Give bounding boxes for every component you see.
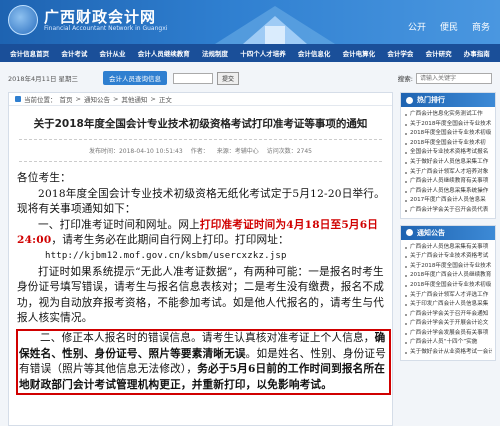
breadcrumb-notices[interactable]: 通知公告 — [84, 94, 110, 104]
nav-item-computerization[interactable]: 会计电算化 — [343, 48, 376, 58]
fire-icon — [406, 96, 413, 104]
meta-source: 来源：考辅中心 — [216, 148, 259, 155]
breadcrumb-separator: > — [150, 95, 156, 103]
nav-item-practice[interactable]: 会计从业 — [100, 48, 126, 58]
list-item[interactable]: 2018年度广西会计人员继续教育 — [404, 271, 492, 281]
section-one-paragraph: 一、打印准考证时间和网址。网上打印准考证时间为4月18日至5月6日24:00，请… — [17, 218, 387, 249]
main-nav: 会计信息首页 会计考试 会计从业 会计人员继续教育 法规制度 十四个人才培养 会… — [0, 44, 500, 62]
list-item[interactable]: 关于广西会计领军人才评选工作 — [404, 291, 492, 301]
nav-item-regulations[interactable]: 法规制度 — [202, 48, 228, 58]
meta-author: 作者： — [190, 148, 209, 155]
header-links: 公开 便民 商务 — [408, 20, 490, 33]
list-item[interactable]: 关于广西会计领军人才培养对象 — [404, 168, 492, 178]
list-item[interactable]: 关于印发广西会计人员信息采集 — [404, 300, 492, 310]
list-item[interactable]: 关于2018年度全国会计专业技术 — [404, 262, 492, 272]
list-item[interactable]: 2018年度全国会计专业技术初 — [404, 139, 492, 149]
search-input[interactable] — [416, 72, 492, 84]
list-item[interactable]: 广西会计学会关于开展会计论文 — [404, 319, 492, 329]
hot-ranking-panel: 热门排行 广西会计信息化实务测试工作 关于2018年度全国会计专业技术 2018… — [400, 92, 496, 219]
article-meta: 发布时间：2018-04-10 10:51:43 作者： 来源：考辅中心 访问次… — [19, 139, 382, 162]
current-date: 2018年4月11日 星期三 — [8, 75, 79, 83]
notice-panel: 通知公告 广西会计人员信息采集有关事项 关于广西会计专业技术资格考试 关于201… — [400, 224, 496, 361]
site-title[interactable]: 广西财政会计网 — [44, 6, 156, 27]
error-explanation-paragraph: 打证时如果系统提示“无此人准考证数据”，有两种可能：一是报名时考生身份证号填写错… — [17, 265, 384, 325]
list-item[interactable]: 2018年度全国会计专业技术初级 — [404, 129, 492, 139]
notice-list: 广西会计人员信息采集有关事项 关于广西会计专业技术资格考试 关于2018年度全国… — [401, 240, 495, 360]
list-item[interactable]: 广西会计信息化实务测试工作 — [404, 110, 492, 120]
list-item[interactable]: 广西会计人员信息采集有关事项 — [404, 243, 492, 253]
site-logo-icon[interactable] — [8, 5, 38, 35]
list-item[interactable]: 广西会计学会关于召开会员代表 — [404, 206, 492, 216]
search-label: 搜索: — [397, 75, 413, 83]
nav-item-education[interactable]: 会计人员继续教育 — [138, 48, 190, 58]
meta-views: 访问次数：2745 — [266, 148, 313, 155]
breadcrumb-other[interactable]: 其他通知 — [121, 94, 147, 104]
list-item[interactable]: 关于广西会计专业技术资格考试 — [404, 252, 492, 262]
breadcrumb-home[interactable]: 首页 — [60, 94, 73, 104]
nav-item-exam[interactable]: 会计考试 — [61, 48, 87, 58]
list-item[interactable]: 广西会计学会关于召开年会通知 — [404, 310, 492, 320]
list-item[interactable]: 关于2018年度全国会计专业技术 — [404, 120, 492, 130]
hot-ranking-header: 热门排行 — [401, 93, 495, 107]
print-url-link[interactable]: http://kjbm12.mof.gov.cn/ksbm/usercxzkz.… — [17, 249, 387, 265]
site-header: 广西财政会计网 Financial Accountant Network in … — [0, 0, 500, 44]
hot-ranking-title: 热门排行 — [417, 96, 445, 104]
submit-button[interactable]: 提交 — [217, 71, 240, 85]
section-two-paragraph: 二、修正本人报名时的错误信息。请考生认真核对准考证上个人信息，确保姓名、性别、身… — [19, 331, 386, 393]
header-link-service[interactable]: 便民 — [440, 20, 458, 33]
hot-ranking-list: 广西会计信息化实务测试工作 关于2018年度全国会计专业技术 2018年度全国会… — [401, 107, 495, 218]
meta-publish-time: 发布时间：2018-04-10 10:51:43 — [88, 148, 183, 155]
article-panel: 当前位置： 首页 > 通知公告 > 其他通知 > 正文 关于2018年度全国会计… — [8, 92, 393, 426]
header-link-public[interactable]: 公开 — [408, 20, 426, 33]
section-one-rest: ，请考生务必在此期间自行网上打印。打印网址： — [51, 234, 289, 247]
breadcrumb-prefix: 当前位置： — [24, 96, 57, 104]
list-item[interactable]: 2018年度全国会计专业技术初级 — [404, 281, 492, 291]
accountant-query-tag[interactable]: 会计人员查询信息 — [103, 71, 167, 85]
list-item[interactable]: 2017年度广西会计人员信息采 — [404, 196, 492, 206]
home-icon — [15, 96, 21, 102]
article-body: 各位考生： 2018年度全国会计专业技术初级资格无纸化考试定于5月12-20日举… — [16, 171, 391, 396]
header-link-business[interactable]: 商务 — [472, 20, 490, 33]
article-title: 关于2018年度全国会计专业技术初级资格考试打印准考证等事项的通知 — [33, 118, 368, 130]
breadcrumb: 当前位置： 首页 > 通知公告 > 其他通知 > 正文 — [9, 93, 392, 106]
breadcrumb-current: 正文 — [158, 96, 172, 104]
list-item[interactable]: 全国会计专业技术资格考试报名 — [404, 148, 492, 158]
notice-header: 通知公告 — [401, 225, 495, 240]
highlighted-notice-box: 二、修正本人报名时的错误信息。请考生认真核对准考证上个人信息，确保姓名、性别、身… — [16, 328, 391, 396]
breadcrumb-separator: > — [112, 95, 119, 103]
building-banner-icon — [215, 6, 335, 44]
list-item[interactable]: 广西会计人员“十四个”实施 — [404, 338, 492, 348]
sidebar: 热门排行 广西会计信息化实务测试工作 关于2018年度全国会计专业技术 2018… — [400, 92, 496, 367]
notice-title: 通知公告 — [417, 228, 445, 237]
nav-item-home[interactable]: 会计信息首页 — [10, 48, 49, 58]
breadcrumb-separator: > — [75, 95, 81, 103]
nav-item-guide[interactable]: 办事指南 — [464, 48, 490, 58]
list-item[interactable]: 广西会计人员信息采集系统操作 — [404, 187, 492, 197]
nav-item-research[interactable]: 会计研究 — [426, 48, 452, 58]
section-one-lead: 一、打印准考证时间和网址。网上 — [38, 218, 200, 231]
list-item[interactable]: 广西会计人员继续教育有关事项 — [404, 177, 492, 187]
site-subtitle: Financial Accountant Network in Guangxi — [44, 25, 168, 32]
nav-item-talent[interactable]: 十四个人才培养 — [240, 48, 286, 58]
list-item[interactable]: 关于做好会计人员信息采集工作 — [404, 158, 492, 168]
section-two-lead: 二、修正本人报名时的错误信息。请考生认真核对准考证上个人信息， — [40, 331, 375, 344]
nav-item-society[interactable]: 会计学会 — [387, 48, 413, 58]
greeting: 各位考生： — [17, 172, 71, 184]
list-item[interactable]: 广西会计学会发展会员有关事项 — [404, 329, 492, 339]
toolbar: 2018年4月11日 星期三 会计人员查询信息 提交 搜索: — [0, 70, 500, 86]
nav-item-informatization[interactable]: 会计信息化 — [298, 48, 331, 58]
intro-paragraph: 2018年度全国会计专业技术初级资格无纸化考试定于5月12-20日举行。现将有关… — [17, 187, 385, 216]
bell-icon — [406, 229, 413, 237]
query-select[interactable] — [173, 72, 213, 84]
list-item[interactable]: 关于做好会计从业资格考试一会计从业 — [404, 348, 492, 358]
